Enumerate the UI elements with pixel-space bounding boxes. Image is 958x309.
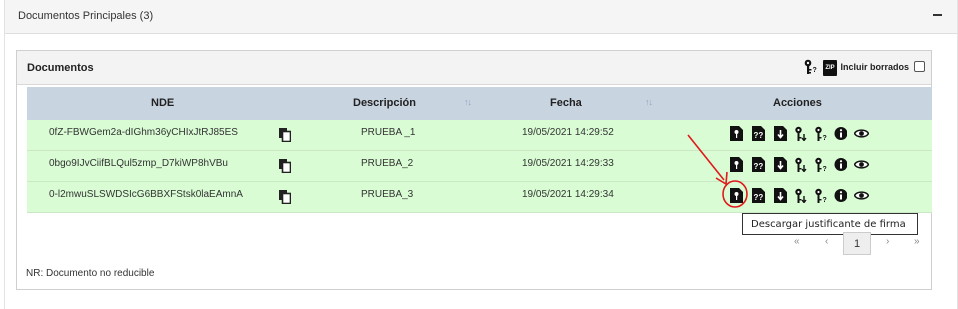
sort-fecha-icon[interactable]: ↑↓ bbox=[645, 97, 653, 107]
descripcion-cell: PRUEBA _1 bbox=[361, 127, 416, 138]
nde-cell: 0-l2mwuSLSWDSIcG6BBXFStsk0laEAmnA bbox=[49, 189, 243, 200]
include-deleted-label: Incluir borrados bbox=[840, 62, 909, 72]
info-icon[interactable] bbox=[834, 188, 847, 203]
signature-certificate-icon[interactable]: ?? bbox=[752, 188, 765, 203]
key-question-icon[interactable]: ? bbox=[814, 157, 827, 172]
pagination-next[interactable]: › bbox=[886, 236, 889, 247]
panel-header[interactable]: Documentos Principales (3) bbox=[5, 0, 957, 34]
key-question-icon[interactable]: ? bbox=[803, 59, 817, 76]
descripcion-cell: PRUEBA_2 bbox=[361, 158, 414, 169]
download-signature-receipt-icon[interactable] bbox=[730, 126, 743, 141]
pagination-first[interactable]: « bbox=[794, 236, 800, 247]
view-eye-icon[interactable] bbox=[854, 126, 869, 141]
info-icon[interactable] bbox=[834, 157, 847, 172]
download-signature-receipt-icon[interactable] bbox=[730, 157, 743, 172]
download-document-icon[interactable] bbox=[774, 188, 787, 203]
key-download-icon[interactable] bbox=[794, 157, 807, 172]
fecha-cell: 19/05/2021 14:29:34 bbox=[522, 189, 614, 200]
svg-text:??: ?? bbox=[754, 131, 764, 140]
header-descripcion[interactable]: Descripción bbox=[353, 97, 416, 109]
documents-table: NDE Descripción ↑↓ Fecha ↑↓ Acciones 0fZ… bbox=[27, 87, 932, 213]
view-eye-icon[interactable] bbox=[854, 188, 869, 203]
sort-descripcion-icon[interactable]: ↑↓ bbox=[464, 97, 472, 107]
download-document-icon[interactable] bbox=[774, 157, 787, 172]
footnote-no-reducible: NR: Documento no reducible bbox=[26, 268, 155, 279]
view-eye-icon[interactable] bbox=[854, 157, 869, 172]
signature-certificate-icon[interactable]: ?? bbox=[752, 126, 765, 141]
fecha-cell: 19/05/2021 14:29:52 bbox=[522, 127, 614, 138]
header-acciones: Acciones bbox=[773, 97, 822, 109]
key-download-icon[interactable] bbox=[794, 188, 807, 203]
svg-text:??: ?? bbox=[754, 193, 764, 202]
svg-text:?: ? bbox=[823, 197, 827, 203]
copy-icon[interactable] bbox=[279, 159, 291, 173]
header-fecha[interactable]: Fecha bbox=[550, 97, 582, 109]
row-actions: ??? bbox=[730, 126, 870, 142]
signature-certificate-icon[interactable]: ?? bbox=[752, 157, 765, 172]
section-title: Documentos bbox=[27, 62, 94, 74]
header-nde[interactable]: NDE bbox=[151, 97, 174, 109]
table-header: NDE Descripción ↑↓ Fecha ↑↓ Acciones bbox=[27, 87, 932, 120]
copy-icon[interactable] bbox=[279, 128, 291, 142]
pagination-current-page[interactable]: 1 bbox=[843, 232, 871, 255]
svg-text:?: ? bbox=[813, 67, 817, 74]
row-actions: ??? bbox=[730, 157, 870, 173]
zip-download-icon[interactable]: ZIP bbox=[823, 60, 837, 76]
svg-text:?: ? bbox=[823, 135, 827, 141]
table-row: 0bgo9IJvCiifBLQul5zmp_D7kiWP8hVBu PRUEBA… bbox=[27, 151, 932, 182]
table-row: 0-l2mwuSLSWDSIcG6BBXFStsk0laEAmnA PRUEBA… bbox=[27, 182, 932, 213]
download-document-icon[interactable] bbox=[774, 126, 787, 141]
svg-text:??: ?? bbox=[754, 162, 764, 171]
section-header: Documentos ? ZIP Incluir borrados bbox=[17, 51, 931, 85]
download-signature-receipt-icon[interactable] bbox=[730, 188, 743, 203]
nde-cell: 0bgo9IJvCiifBLQul5zmp_D7kiWP8hVBu bbox=[49, 158, 228, 169]
svg-text:?: ? bbox=[823, 166, 827, 172]
table-row: 0fZ-FBWGem2a-dIGhm36yCHIxJtRJ85ES PRUEBA… bbox=[27, 120, 932, 151]
include-deleted-checkbox[interactable] bbox=[914, 61, 925, 72]
row-actions: ??? bbox=[730, 188, 870, 204]
tooltip-descargar-justificante: Descargar justificante de firma bbox=[742, 213, 918, 235]
fecha-cell: 19/05/2021 14:29:33 bbox=[522, 158, 614, 169]
panel-title: Documentos Principales (3) bbox=[18, 10, 154, 22]
key-download-icon[interactable] bbox=[794, 126, 807, 141]
copy-icon[interactable] bbox=[279, 190, 291, 204]
documentos-section: Documentos ? ZIP Incluir borrados NDE De… bbox=[16, 50, 932, 290]
info-icon[interactable] bbox=[834, 126, 847, 141]
collapse-icon[interactable] bbox=[931, 8, 945, 22]
nde-cell: 0fZ-FBWGem2a-dIGhm36yCHIxJtRJ85ES bbox=[49, 127, 238, 138]
key-question-icon[interactable]: ? bbox=[814, 126, 827, 141]
pagination-prev[interactable]: ‹ bbox=[825, 236, 828, 247]
key-question-icon[interactable]: ? bbox=[814, 188, 827, 203]
pagination-last[interactable]: » bbox=[914, 236, 920, 247]
descripcion-cell: PRUEBA_3 bbox=[361, 189, 414, 200]
